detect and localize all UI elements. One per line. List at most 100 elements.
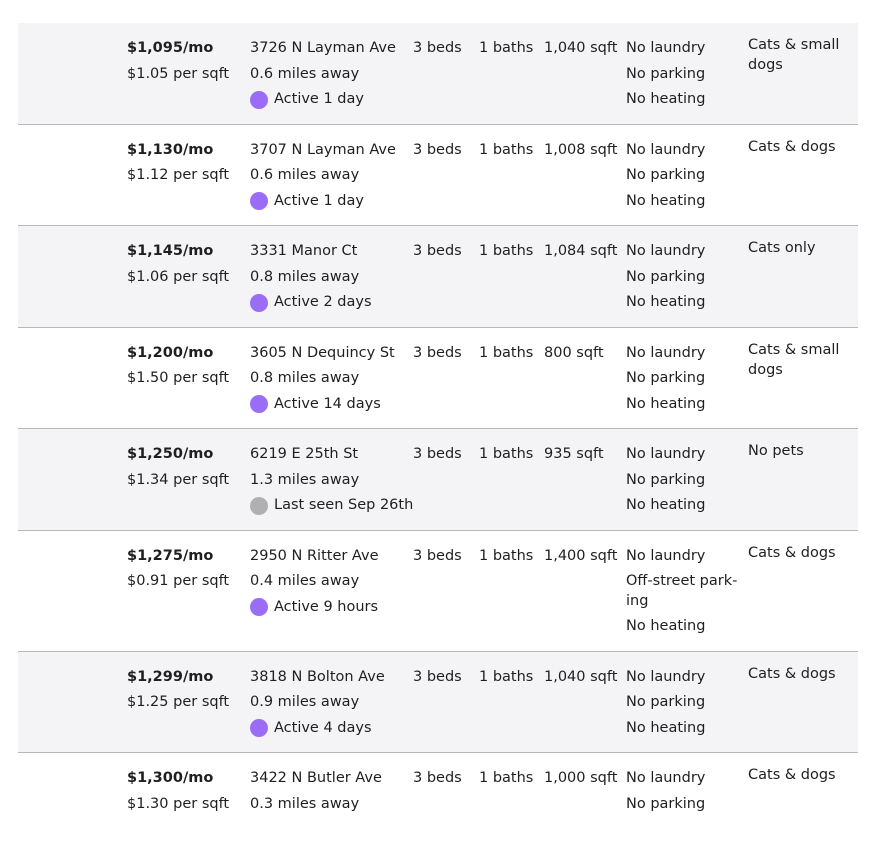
status-text: Active 4 days (274, 719, 372, 736)
status-text: Active 1 day (274, 192, 364, 209)
status-text: Active 2 days (274, 294, 372, 310)
amenities-cell: No laundry Off-street park-ing No heating (626, 544, 742, 640)
status-dot-icon (250, 90, 268, 109)
amenities-cell: No laundry No parking No heating (626, 239, 742, 316)
pet-policy: Cats & dogs (748, 544, 836, 561)
square-footage: 1,008 sqft (544, 141, 618, 158)
price-cell: $1,145/mo $1.06 per sqft (127, 239, 245, 290)
listing-row[interactable]: $1,300/mo $1.30 per sqft 3422 N Butler Ave… (18, 753, 858, 855)
square-footage: 1,040 sqft (544, 40, 618, 56)
pet-policy: Cats & dogs (748, 138, 836, 155)
listings-table: $1,095/mo $1.05 per sqft 3726 N Layman Ave… (18, 23, 858, 855)
baths: 1 baths (479, 344, 534, 361)
listing-address[interactable]: 3707 N Layman Ave (250, 138, 410, 164)
heating-info: No heating (626, 294, 706, 310)
baths: 1 baths (479, 40, 534, 56)
laundry-info: No laundry (626, 141, 706, 158)
listing-status: Active 4 days (250, 716, 410, 742)
listing-address[interactable]: 3818 N Bolton Ave (250, 665, 410, 691)
listing-distance: 0.8 miles away (250, 370, 360, 386)
monthly-price: $1,200/mo (127, 344, 214, 361)
heating-info: No heating (626, 91, 706, 107)
listing-distance: 0.9 miles away (250, 694, 360, 710)
laundry-info: No laundry (626, 344, 706, 361)
parking-info: No parking (626, 268, 706, 285)
beds: 3 beds (413, 668, 462, 685)
listing-status: Active 2 days (250, 290, 410, 316)
heating-info: No heating (626, 395, 706, 412)
listing-row[interactable]: $1,095/mo $1.05 per sqft 3726 N Layman Ave… (18, 23, 858, 125)
laundry-info: No laundry (626, 243, 706, 259)
square-footage: 1,000 sqft (544, 770, 618, 786)
status-text: Active 1 day (274, 91, 364, 107)
pet-policy: Cats & small dogs (748, 37, 840, 73)
status-dot-icon (250, 496, 268, 515)
listing-address[interactable]: 3605 N Dequincy St (250, 341, 410, 367)
heating-info: No heating (626, 618, 706, 634)
price-per-sqft: $1.05 per sqft (127, 65, 230, 82)
address-cell: 3726 N Layman Ave 0.6 miles away Active 1 … (250, 36, 410, 113)
amenities-cell: No laundry No parking (626, 766, 742, 817)
listing-status: Active 1 day (250, 87, 410, 113)
price-per-sqft: $1.25 per sqft (127, 694, 230, 710)
listing-status: Last seen Sep 26th (250, 493, 413, 519)
parking-info: No parking (626, 370, 706, 386)
listing-address[interactable]: 3726 N Layman Ave (250, 36, 410, 62)
parking-info: No parking (626, 795, 706, 812)
price-cell: $1,250/mo $1.34 per sqft (127, 442, 245, 493)
listing-status: Active 1 day (250, 189, 410, 215)
listing-address[interactable]: 6219 E 25th St (250, 442, 410, 468)
price-per-sqft: $1.50 per sqft (127, 370, 230, 386)
listing-address[interactable]: 2950 N Ritter Ave (250, 544, 410, 570)
price-cell: $1,200/mo $1.50 per sqft (127, 341, 245, 392)
status-dot-icon (250, 598, 268, 617)
price-per-sqft: $0.91 per sqft (127, 573, 230, 589)
address-cell: 6219 E 25th St 1.3 miles away Last seen Se… (250, 442, 413, 519)
listing-row[interactable]: $1,145/mo $1.06 per sqft 3331 Manor Ct 0.8 … (18, 226, 858, 328)
price-cell: $1,275/mo $0.91 per sqft (127, 544, 245, 595)
listing-row[interactable]: $1,275/mo $0.91 per sqft 2950 N Ritter Ave… (18, 531, 858, 652)
beds: 3 beds (413, 547, 462, 564)
amenities-cell: No laundry No parking No heating (626, 36, 742, 113)
listing-address[interactable]: 3422 N Butler Ave (250, 766, 410, 792)
baths: 1 baths (479, 141, 534, 158)
pet-policy: No pets (748, 443, 804, 459)
listing-status: Active 14 days (250, 392, 410, 418)
listing-row[interactable]: $1,130/mo $1.12 per sqft 3707 N Layman Ave… (18, 125, 858, 226)
parking-info: Off-street park-ing (626, 573, 738, 609)
monthly-price: $1,300/mo (127, 770, 214, 786)
baths: 1 baths (479, 668, 534, 685)
heating-info: No heating (626, 192, 706, 209)
listing-row[interactable]: $1,200/mo $1.50 per sqft 3605 N Dequincy S… (18, 328, 858, 429)
listing-row[interactable]: $1,299/mo $1.25 per sqft 3818 N Bolton Ave… (18, 651, 858, 753)
beds: 3 beds (413, 446, 462, 462)
address-cell: 3605 N Dequincy St 0.8 miles away Active 1… (250, 341, 410, 418)
price-per-sqft: $1.34 per sqft (127, 471, 230, 488)
address-cell: 2950 N Ritter Ave 0.4 miles away Active 9 … (250, 544, 410, 621)
parking-info: No parking (626, 65, 706, 82)
monthly-price: $1,275/mo (127, 547, 214, 564)
laundry-info: No laundry (626, 40, 706, 56)
beds: 3 beds (413, 243, 462, 259)
square-footage: 1,084 sqft (544, 243, 618, 259)
listing-address[interactable]: 3331 Manor Ct (250, 239, 410, 265)
laundry-info: No laundry (626, 547, 706, 564)
listing-distance: 0.6 miles away (250, 167, 360, 183)
price-cell: $1,095/mo $1.05 per sqft (127, 36, 245, 87)
beds: 3 beds (413, 344, 462, 361)
laundry-info: No laundry (626, 446, 706, 462)
status-dot-icon (250, 395, 268, 414)
listing-distance: 0.6 miles away (250, 65, 360, 82)
monthly-price: $1,299/mo (127, 668, 214, 685)
beds: 3 beds (413, 141, 462, 158)
monthly-price: $1,145/mo (127, 243, 214, 259)
listing-distance: 0.3 miles away (250, 795, 360, 812)
price-cell: $1,300/mo $1.30 per sqft (127, 766, 245, 817)
beds: 3 beds (413, 770, 462, 786)
parking-info: No parking (626, 471, 706, 488)
laundry-info: No laundry (626, 770, 706, 786)
address-cell: 3331 Manor Ct 0.8 miles away Active 2 days (250, 239, 410, 316)
listing-row[interactable]: $1,250/mo $1.34 per sqft 6219 E 25th St 1.3… (18, 429, 858, 531)
square-footage: 1,400 sqft (544, 547, 618, 564)
amenities-cell: No laundry No parking No heating (626, 138, 742, 215)
